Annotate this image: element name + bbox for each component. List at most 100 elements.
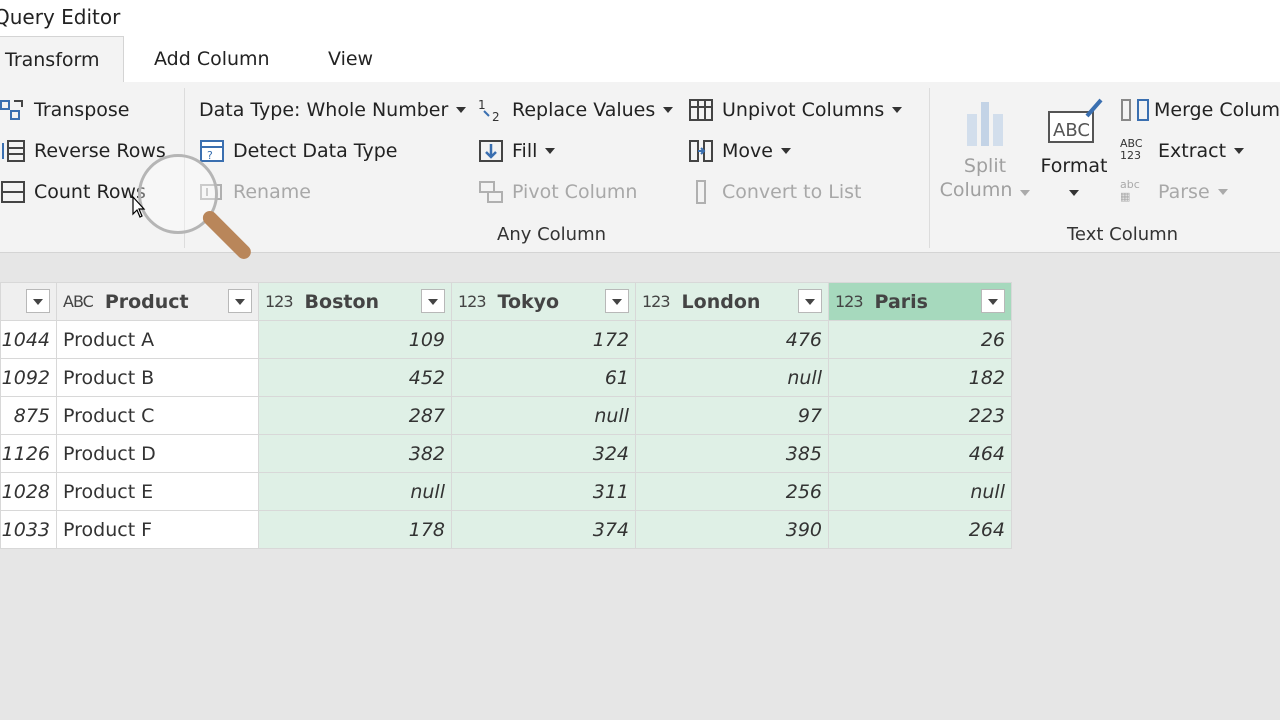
transpose-button[interactable]: Transpose [0, 94, 129, 126]
table-cell[interactable]: 172 [452, 321, 636, 359]
pivot-column-icon [478, 179, 504, 205]
unpivot-columns-button[interactable]: Unpivot Columns [688, 94, 902, 126]
move-button[interactable]: Move [688, 135, 791, 167]
fill-button[interactable]: Fill [478, 135, 555, 167]
table-cell[interactable]: 1092 [1, 359, 57, 397]
detect-data-type-button[interactable]: ? Detect Data Type [199, 135, 397, 167]
filter-dropdown-icon[interactable] [798, 289, 822, 313]
number-type-icon: 123 [265, 292, 293, 311]
table-cell[interactable]: 264 [829, 511, 1012, 549]
table-cell[interactable]: 875 [1, 397, 57, 435]
fill-down-icon [478, 138, 504, 164]
count-rows-icon [0, 179, 26, 205]
detect-data-type-icon: ? [199, 138, 225, 164]
table-cell[interactable]: 26 [829, 321, 1012, 359]
convert-to-list-icon [688, 179, 714, 205]
title-bar: Query Editor [0, 0, 1280, 36]
table-cell[interactable]: 1126 [1, 435, 57, 473]
table-cell[interactable]: 311 [452, 473, 636, 511]
pivot-column-button[interactable]: Pivot Column [478, 176, 637, 208]
table-cell[interactable]: 109 [259, 321, 452, 359]
table-cell[interactable]: 324 [452, 435, 636, 473]
table-cell[interactable]: 256 [636, 473, 829, 511]
table-cell[interactable]: null [259, 473, 452, 511]
table-row: 1044 Product A 109 172 476 26 [1, 321, 1012, 359]
column-header-london[interactable]: 123London [636, 283, 829, 321]
table-cell[interactable]: 464 [829, 435, 1012, 473]
table-cell[interactable]: 390 [636, 511, 829, 549]
merge-columns-button[interactable]: Merge Colum [1120, 94, 1280, 126]
table-cell[interactable]: 223 [829, 397, 1012, 435]
table-cell[interactable]: 452 [259, 359, 452, 397]
table-row: 1028 Product E null 311 256 null [1, 473, 1012, 511]
table-cell[interactable]: null [452, 397, 636, 435]
table-row: 875 Product C 287 null 97 223 [1, 397, 1012, 435]
count-rows-button[interactable]: Count Rows [0, 176, 146, 208]
filter-dropdown-icon[interactable] [981, 289, 1005, 313]
tab-view[interactable]: View [328, 48, 373, 70]
table-cell[interactable]: Product B [57, 359, 259, 397]
ribbon-separator [929, 88, 930, 248]
table-cell[interactable]: 374 [452, 511, 636, 549]
chevron-down-icon [663, 107, 673, 113]
table-cell[interactable]: 61 [452, 359, 636, 397]
table-cell[interactable]: null [829, 473, 1012, 511]
table-cell[interactable]: 476 [636, 321, 829, 359]
filter-dropdown-icon[interactable] [228, 289, 252, 313]
table-cell[interactable]: null [636, 359, 829, 397]
data-grid: ABCProduct 123Boston 123Tokyo 123London … [0, 282, 1012, 549]
table-cell[interactable]: Product C [57, 397, 259, 435]
table-cell[interactable]: 287 [259, 397, 452, 435]
table-cell[interactable]: Product F [57, 511, 259, 549]
replace-values-button[interactable]: 12 Replace Values [478, 94, 673, 126]
svg-text:2: 2 [492, 110, 500, 123]
transpose-icon [0, 97, 26, 123]
parse-icon: abc▦ [1120, 179, 1150, 205]
column-header-boston[interactable]: 123Boston [259, 283, 452, 321]
svg-text:1: 1 [478, 98, 486, 112]
column-header-product[interactable]: ABCProduct [57, 283, 259, 321]
window-title: Query Editor [0, 5, 120, 29]
chevron-down-icon [781, 148, 791, 154]
table-row: 1033 Product F 178 374 390 264 [1, 511, 1012, 549]
group-label-text-column: Text Column [1067, 224, 1178, 245]
format-icon: ABC [1036, 96, 1112, 154]
tab-transform[interactable]: Transform [0, 36, 124, 82]
column-header[interactable] [1, 283, 57, 321]
split-column-button[interactable]: Split Column [936, 96, 1034, 202]
parse-button[interactable]: abc▦ Parse [1120, 176, 1228, 208]
format-button[interactable]: ABC Format [1036, 96, 1112, 202]
table-cell[interactable]: Product D [57, 435, 259, 473]
tab-add-column[interactable]: Add Column [154, 48, 270, 70]
chevron-down-icon [1218, 189, 1228, 195]
extract-button[interactable]: ABC123 Extract [1120, 135, 1244, 167]
table-row: 1126 Product D 382 324 385 464 [1, 435, 1012, 473]
table-cell[interactable]: 1044 [1, 321, 57, 359]
group-label-any-column: Any Column [497, 224, 606, 245]
table-cell[interactable]: 182 [829, 359, 1012, 397]
table-cell[interactable]: 1033 [1, 511, 57, 549]
chevron-down-icon [456, 107, 466, 113]
table-cell[interactable]: 385 [636, 435, 829, 473]
text-type-icon: ABC [63, 292, 93, 311]
merge-columns-icon [1120, 97, 1146, 123]
column-header-paris[interactable]: 123Paris [829, 283, 1012, 321]
data-type-dropdown[interactable]: Data Type: Whole Number [199, 94, 466, 126]
filter-dropdown-icon[interactable] [605, 289, 629, 313]
table-cell[interactable]: Product A [57, 321, 259, 359]
table-cell[interactable]: 178 [259, 511, 452, 549]
filter-dropdown-icon[interactable] [421, 289, 445, 313]
column-header-tokyo[interactable]: 123Tokyo [452, 283, 636, 321]
reverse-rows-button[interactable]: Reverse Rows [0, 135, 166, 167]
table-cell[interactable]: 1028 [1, 473, 57, 511]
number-type-icon: 123 [458, 292, 486, 311]
table-cell[interactable]: 382 [259, 435, 452, 473]
filter-dropdown-icon[interactable] [26, 289, 50, 313]
convert-to-list-button[interactable]: Convert to List [688, 176, 862, 208]
extract-icon: ABC123 [1120, 138, 1150, 164]
table-cell[interactable]: 97 [636, 397, 829, 435]
ribbon-tabs: Transform Add Column View [0, 36, 1280, 83]
table-cell[interactable]: Product E [57, 473, 259, 511]
move-icon [688, 138, 714, 164]
chevron-down-icon [1069, 190, 1079, 196]
